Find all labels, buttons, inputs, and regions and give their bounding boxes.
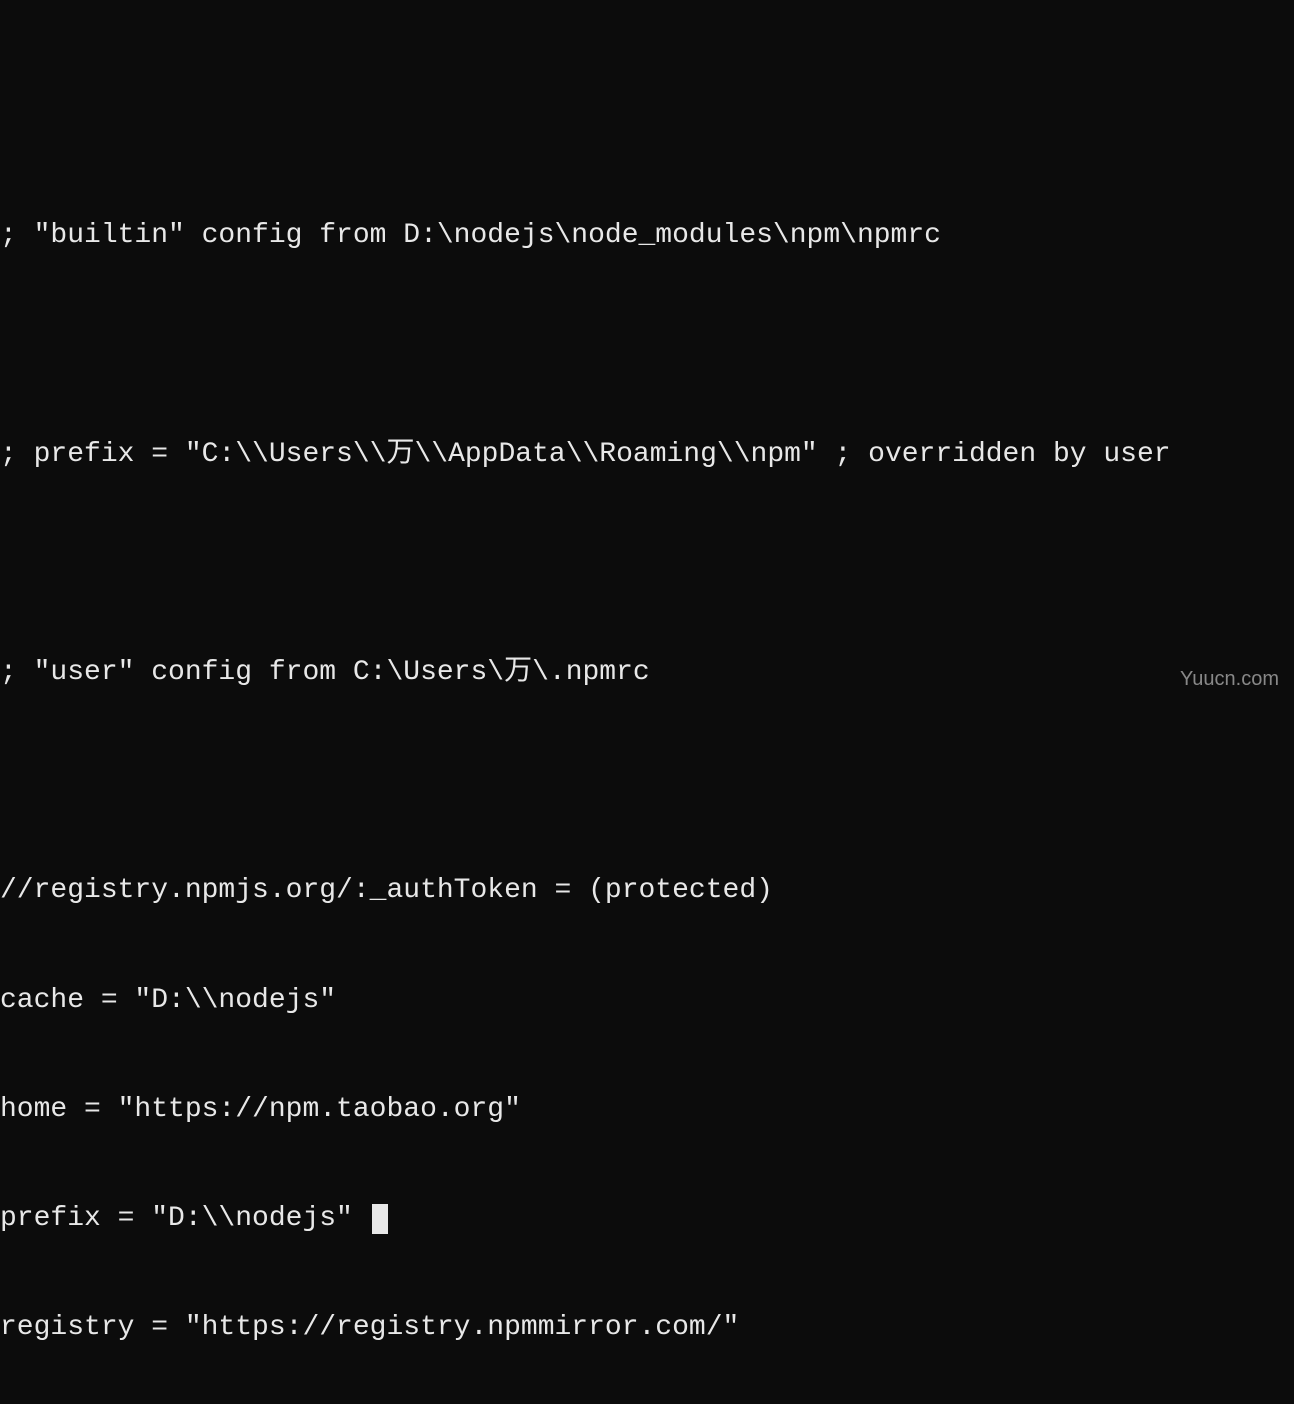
output-line: registry = "https://registry.npmmirror.c… <box>0 1310 1294 1346</box>
output-line <box>0 328 1294 364</box>
watermark-text: Yuucn.com <box>1180 666 1279 692</box>
output-line: ; "builtin" config from D:\nodejs\node_m… <box>0 218 1294 254</box>
cursor-block <box>372 1204 388 1234</box>
terminal-output: ; "builtin" config from D:\nodejs\node_m… <box>0 146 1294 1404</box>
output-line: ; "user" config from C:\Users\万\.npmrc <box>0 655 1294 691</box>
output-line-with-cursor: prefix = "D:\\nodejs" <box>0 1201 1294 1237</box>
output-line: home = "https://npm.taobao.org" <box>0 1092 1294 1128</box>
output-line <box>0 764 1294 800</box>
output-line: //registry.npmjs.org/:_authToken = (prot… <box>0 873 1294 909</box>
output-line: cache = "D:\\nodejs" <box>0 983 1294 1019</box>
output-text: prefix = "D:\\nodejs" <box>0 1203 370 1234</box>
output-line <box>0 546 1294 582</box>
output-line: ; prefix = "C:\\Users\\万\\AppData\\Roami… <box>0 437 1294 473</box>
